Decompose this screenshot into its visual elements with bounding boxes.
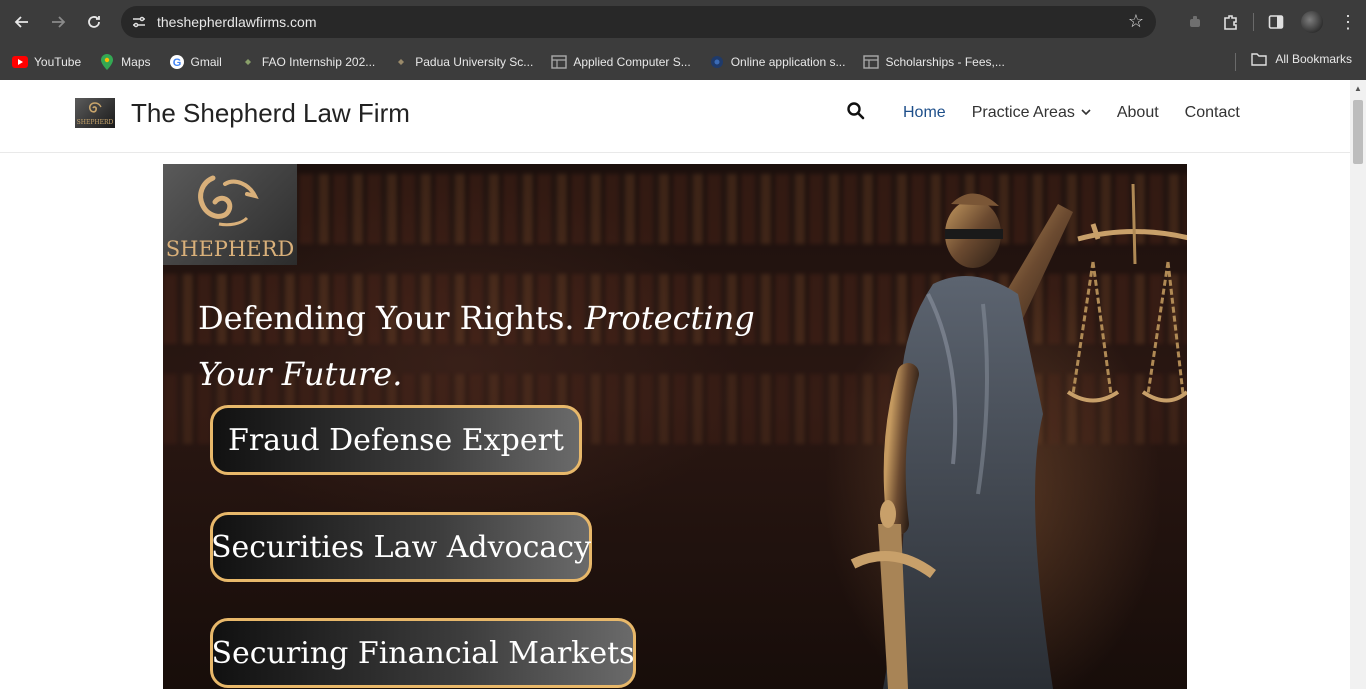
browser-toolbar: theshepherdlawfirms.com ☆ ⋮: [0, 0, 1366, 44]
page-scrollbar[interactable]: ▲: [1350, 80, 1366, 689]
bookmarks-bar: YouTube Maps G Gmail FAO Internship 202.…: [0, 44, 1366, 80]
nav-home[interactable]: Home: [903, 104, 946, 122]
youtube-icon: [12, 54, 28, 70]
web-page: SHEPHERD The Shepherd Law Firm Home Prac…: [0, 80, 1350, 689]
address-bar[interactable]: theshepherdlawfirms.com ☆: [121, 6, 1156, 38]
bookmark-label: Applied Computer S...: [573, 55, 691, 69]
pill-label: Securing Financial Markets: [211, 635, 635, 671]
site-header: SHEPHERD The Shepherd Law Firm Home Prac…: [0, 80, 1350, 153]
maps-icon: [99, 54, 115, 70]
forward-button[interactable]: [44, 8, 72, 36]
nav-label: Practice Areas: [971, 104, 1075, 121]
url-text[interactable]: theshepherdlawfirms.com: [157, 14, 317, 30]
site-logo[interactable]: SHEPHERD: [75, 98, 115, 128]
hero-pill-securities-law: Securities Law Advocacy: [210, 512, 592, 582]
nav-contact[interactable]: Contact: [1185, 104, 1240, 122]
main-nav: Home Practice Areas About Contact: [903, 104, 1266, 122]
bookmark-maps[interactable]: Maps: [99, 54, 151, 70]
hero-logo: SHEPHERD: [163, 164, 297, 265]
site-title[interactable]: The Shepherd Law Firm: [131, 98, 410, 129]
doc-icon: [551, 54, 568, 70]
folder-icon: [1251, 52, 1268, 66]
pill-label: Securities Law Advocacy: [210, 529, 592, 565]
nav-label: About: [1116, 104, 1159, 121]
nav-label: Home: [903, 104, 946, 121]
bookmark-gmail[interactable]: G Gmail: [169, 54, 222, 70]
hero-logo-word: SHEPHERD: [165, 237, 295, 261]
bookmark-label: Padua University Sc...: [415, 55, 534, 69]
toolbar-divider: [1253, 13, 1254, 31]
bookmark-label: Gmail: [190, 55, 222, 69]
bookmark-padua[interactable]: Padua University Sc...: [393, 54, 533, 70]
headline-plain: Defending Your Rights.: [198, 299, 585, 337]
nav-practice-areas[interactable]: Practice Areas: [972, 104, 1091, 122]
bookmark-applied-cs[interactable]: Applied Computer S...: [551, 54, 691, 70]
avatar: [1301, 11, 1323, 33]
back-button[interactable]: [8, 8, 36, 36]
lady-justice-statue-image: [850, 183, 1187, 689]
reload-button[interactable]: [80, 8, 108, 36]
all-bookmarks-button[interactable]: All Bookmarks: [1251, 52, 1352, 66]
hero-banner: SHEPHERD Defending Your Rights. Protecti…: [163, 164, 1187, 689]
menu-kebab-icon[interactable]: ⋮: [1330, 4, 1366, 40]
extensions-icon[interactable]: [1213, 4, 1249, 40]
hero-pill-fraud-defense: Fraud Defense Expert: [210, 405, 582, 475]
bookmark-star-icon[interactable]: ☆: [1128, 11, 1144, 32]
profile-avatar[interactable]: [1294, 4, 1330, 40]
bookmarks-divider: [1235, 53, 1236, 71]
bookmark-online-application[interactable]: Online application s...: [709, 54, 846, 70]
site-icon: [393, 54, 409, 70]
pill-label: Fraud Defense Expert: [228, 422, 564, 458]
site-logo-text: SHEPHERD: [76, 119, 114, 126]
back-arrow-icon: [14, 16, 28, 28]
all-bookmarks-label: All Bookmarks: [1275, 52, 1352, 66]
bookmark-scholarships[interactable]: Scholarships - Fees,...: [863, 54, 1005, 70]
nav-label: Contact: [1184, 104, 1240, 121]
headline-italic: Your Future.: [198, 355, 403, 393]
bookmark-label: FAO Internship 202...: [261, 55, 376, 69]
shepherd-emblem-icon: [198, 175, 259, 227]
bookmark-label: YouTube: [34, 55, 82, 69]
scrollbar-thumb[interactable]: [1353, 100, 1363, 164]
doc-icon: [863, 54, 880, 70]
nav-about[interactable]: About: [1117, 104, 1159, 122]
bookmark-youtube[interactable]: YouTube: [12, 54, 81, 70]
side-panel-icon[interactable]: [1258, 4, 1294, 40]
bookmark-fao[interactable]: FAO Internship 202...: [240, 54, 375, 70]
bookmark-label: Scholarships - Fees,...: [885, 55, 1005, 69]
scroll-up-icon[interactable]: ▲: [1354, 84, 1362, 93]
forward-arrow-icon: [52, 16, 66, 28]
google-icon: G: [169, 54, 185, 70]
bookmark-label: Online application s...: [730, 55, 846, 69]
globe-icon: [709, 54, 725, 70]
search-icon[interactable]: [846, 101, 868, 123]
reload-icon: [88, 16, 100, 28]
hero-pill-financial-markets: Securing Financial Markets: [210, 618, 636, 688]
site-settings-icon[interactable]: [127, 10, 151, 34]
site-icon: [240, 54, 256, 70]
chevron-down-icon: [1081, 107, 1091, 119]
shepherd-emblem-icon: [88, 102, 102, 113]
svg-text:G: G: [172, 57, 181, 69]
extension-puzzle-dim-icon[interactable]: [1177, 4, 1213, 40]
bookmark-label: Maps: [121, 55, 151, 69]
